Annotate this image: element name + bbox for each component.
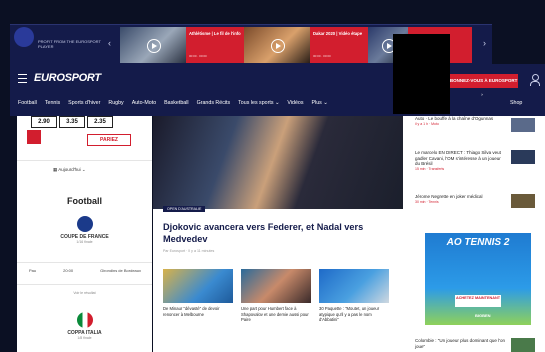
nav-item[interactable]: Auto-Moto: [132, 100, 156, 106]
related-article[interactable]: Une part pour Humbert face à Shapovalov …: [241, 269, 311, 323]
category-tag[interactable]: OPEN D'AUSTRALIE: [163, 206, 206, 212]
ad-brand: BIGBEN: [475, 313, 491, 318]
chevron-down-icon: ⌄: [80, 167, 86, 172]
nav-item[interactable]: Football: [18, 100, 37, 106]
promo-card[interactable]: Athlétisme | Le fil de l'info 00:00 · 00…: [120, 27, 244, 63]
news-item[interactable]: Le marcelo EN DIRECT : Thiago Silva veut…: [415, 150, 507, 172]
news-item[interactable]: Auto · Le bouffe à la chaîne d'Ogunnas i…: [415, 116, 507, 127]
byline: Par Eurosport · Il y a 11 minutes: [163, 249, 215, 253]
divider: [17, 160, 152, 161]
home-team: Pau: [29, 268, 37, 273]
nav-item[interactable]: Tennis: [45, 100, 60, 106]
main-nav: Football Tennis Sports d'hiver Rugby Aut…: [18, 100, 328, 106]
nav-item[interactable]: Vidéos: [287, 100, 303, 106]
article-thumbnail: [319, 269, 389, 303]
divider: [17, 262, 152, 263]
match-time: 20:00: [63, 268, 74, 273]
hero-image[interactable]: [153, 116, 403, 209]
related-article[interactable]: 30 Paquette : "Moutet, un joueur atypiqu…: [319, 269, 389, 323]
shop-link[interactable]: Shop: [510, 100, 522, 106]
redaction-block: [393, 34, 450, 114]
match-row[interactable]: Pau 20:00 Girondins de Bordeaux: [29, 268, 141, 273]
odds-away[interactable]: 2.35: [87, 116, 113, 128]
site-header: EUROSPORT ABONNEZ-VOUS À EUROSPORT › Foo…: [10, 64, 545, 116]
article-thumbnail: [163, 269, 233, 303]
promo-card[interactable]: Dakar 2020 | Vidéo étape 00:00 · 00:00: [244, 27, 368, 63]
nav-item[interactable]: Plus ⌄: [312, 100, 328, 106]
news-thumbnail: [511, 338, 535, 352]
related-article[interactable]: De Minaur "dévasté" de devoir renoncer à…: [163, 269, 233, 323]
menu-icon[interactable]: [18, 74, 27, 83]
news-item[interactable]: Jérome Negrette en joker médical 30 min …: [415, 194, 507, 205]
nav-item[interactable]: Rugby: [108, 100, 123, 106]
match-note[interactable]: Voir le résultat: [17, 291, 152, 295]
main-content: OPEN D'AUSTRALIE Djokovic avancera vers …: [153, 116, 403, 352]
ao-tennis-ad[interactable]: AO TENNIS 2 ACHETEZ MAINTENANT BIGBEN: [425, 233, 531, 325]
coupe-de-france-logo: [76, 216, 93, 232]
ad-title: AO TENNIS 2: [446, 237, 510, 248]
nav-item[interactable]: Basketball: [164, 100, 188, 106]
related-articles: De Minaur "dévasté" de devoir renoncer à…: [163, 269, 389, 323]
subscribe-button[interactable]: ABONNEZ-VOUS À EUROSPORT ›: [446, 74, 518, 97]
competition-header[interactable]: COUPE DE FRANCE 1/16 finale: [17, 216, 152, 244]
coppa-italia-logo: [76, 312, 93, 328]
news-thumbnail: [511, 194, 535, 208]
date-selector[interactable]: ▦ Aujourd'hui ⌄: [53, 167, 86, 173]
promo-text: PROFIT FROM THE EUROSPORT PLAYER: [38, 39, 101, 49]
buy-now-button[interactable]: ACHETEZ MAINTENANT: [455, 295, 501, 307]
divider: [17, 284, 152, 285]
user-icon[interactable]: [530, 74, 540, 86]
news-item[interactable]: Colombie : "Un joueur plus dominant que …: [415, 338, 507, 349]
nav-item[interactable]: Grands Récits: [197, 100, 231, 106]
betting-odds: 2.90 3.35 2.35: [31, 116, 113, 128]
odds-home[interactable]: 2.90: [31, 116, 57, 128]
play-icon: [271, 39, 285, 53]
away-team: Girondins de Bordeaux: [100, 268, 141, 273]
eurosport-logo[interactable]: EUROSPORT: [34, 72, 101, 84]
article-thumbnail: [241, 269, 311, 303]
carousel-prev-icon[interactable]: ‹: [108, 39, 111, 48]
scores-sidebar: 2.90 3.35 2.35 PARIEZ ▦ Aujourd'hui ⌄ Fo…: [17, 116, 152, 352]
nav-item[interactable]: Tous les sports ⌄: [238, 100, 279, 106]
news-thumbnail: [511, 150, 535, 164]
carousel-next-icon[interactable]: ›: [483, 39, 486, 48]
section-title: Football: [67, 196, 102, 206]
competition-header[interactable]: COPPA ITALIA 1/8 finale: [17, 312, 152, 340]
betting-logo: [27, 130, 41, 144]
eurosport-player-logo: [14, 27, 34, 47]
odds-draw[interactable]: 3.35: [59, 116, 85, 128]
news-thumbnail: [511, 118, 535, 132]
headline-link[interactable]: Djokovic avancera vers Federer, et Nadal…: [163, 222, 383, 245]
news-sidebar: Auto · Le bouffe à la chaîne d'Ogunnas i…: [403, 116, 545, 352]
nav-item[interactable]: Sports d'hiver: [68, 100, 100, 106]
play-icon: [147, 39, 161, 53]
bet-button[interactable]: PARIEZ: [87, 134, 131, 146]
